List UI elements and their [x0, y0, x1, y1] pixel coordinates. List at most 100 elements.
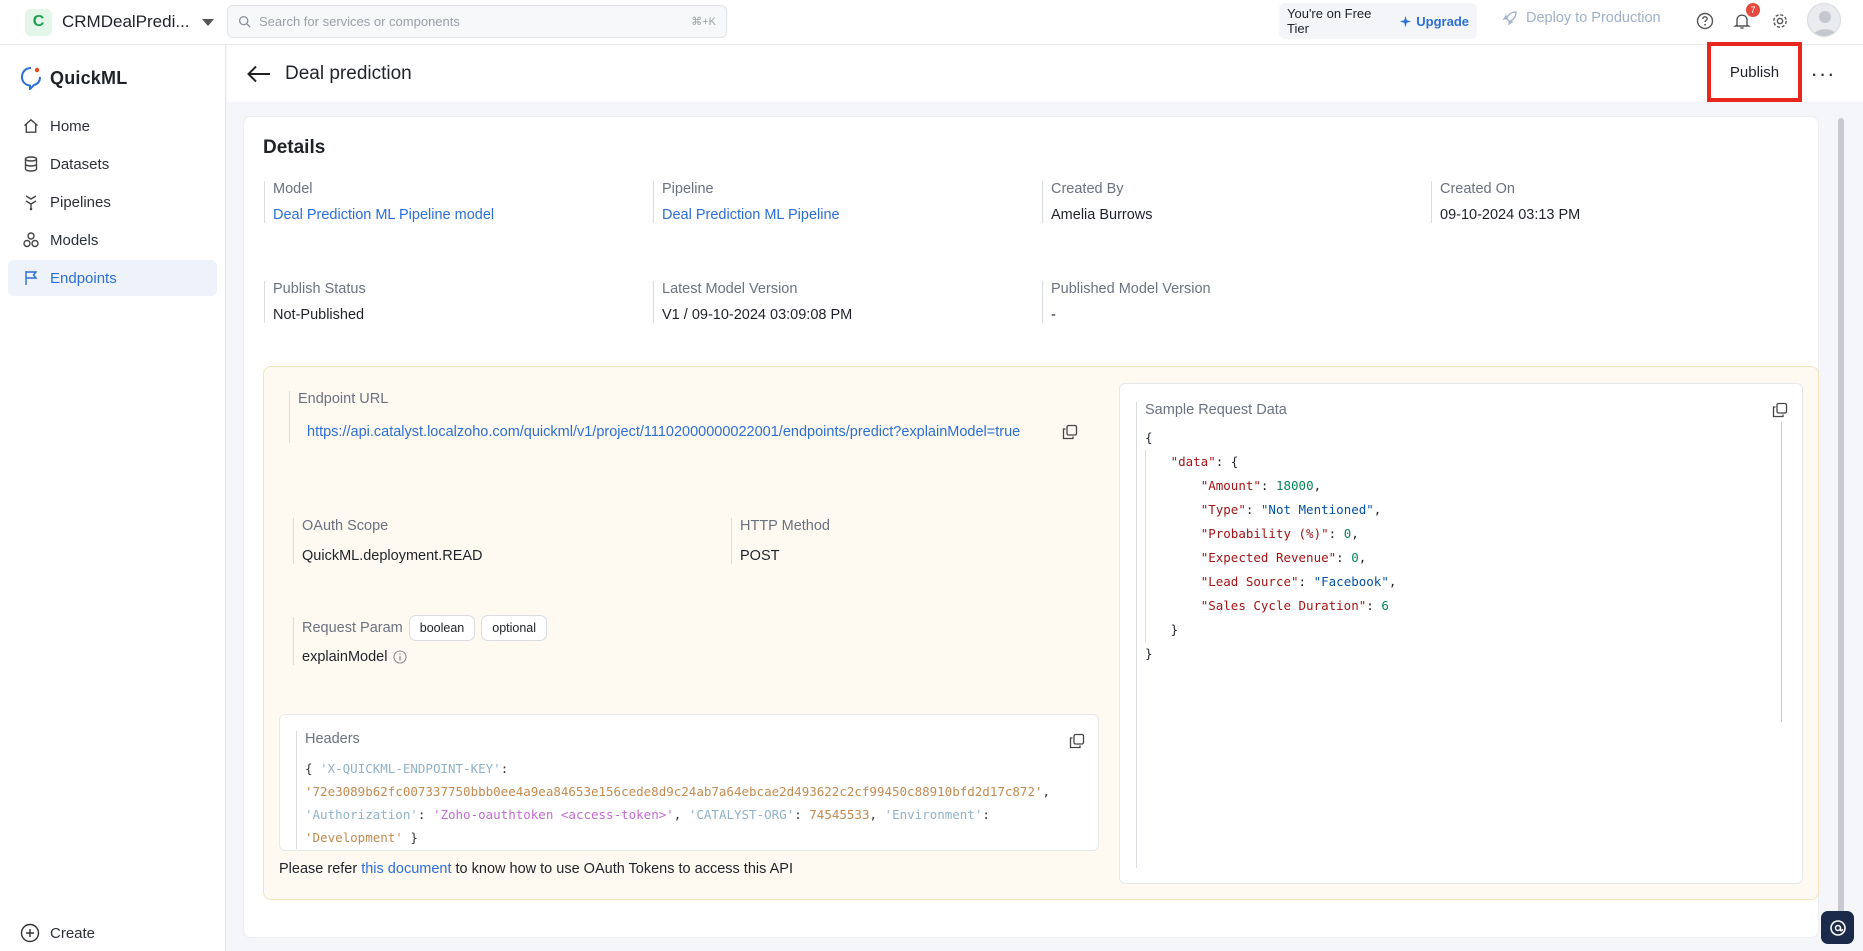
- sidebar-item-label: Home: [50, 117, 91, 135]
- sample-request-box: Sample Request Data { "data": { "Amount"…: [1119, 383, 1803, 884]
- scrollbar[interactable]: [1838, 118, 1844, 938]
- copy-sample-icon[interactable]: [1772, 402, 1788, 418]
- details-title: Details: [263, 137, 326, 158]
- request-param-label: Request Param: [302, 620, 403, 636]
- json-value: "Facebook": [1313, 574, 1389, 589]
- http-method-field: HTTP Method POST: [731, 518, 830, 564]
- json-value: 0: [1343, 526, 1352, 541]
- latest-version-label: Latest Model Version: [662, 281, 798, 297]
- headers-code: { 'X-QUICKML-ENDPOINT-KEY': '72e3089b62fc…: [305, 761, 1051, 845]
- support-chat-icon[interactable]: [1821, 911, 1854, 944]
- json-value: 18000: [1275, 478, 1314, 493]
- search-shortcut: ⌘+K: [691, 16, 716, 28]
- plus-circle-icon: [20, 923, 40, 943]
- json-key: "Probability (%)": [1200, 526, 1329, 541]
- home-icon: [21, 116, 41, 136]
- top-bar: C CRMDealPredi... ⌘+K You're on Free Tie…: [0, 0, 1863, 45]
- request-param-header: Request Param boolean optional: [302, 615, 548, 641]
- latest-version-value: V1 / 09-10-2024 03:09:08 PM: [662, 307, 853, 323]
- create-button[interactable]: Create: [20, 923, 95, 943]
- oauth-scope-field: OAuth Scope QuickML.deployment.READ: [293, 518, 483, 564]
- created-by-value: Amelia Burrows: [1051, 207, 1153, 223]
- upgrade-link[interactable]: Upgrade: [1399, 14, 1469, 29]
- sidebar-item-endpoints[interactable]: Endpoints: [8, 260, 217, 296]
- deploy-to-production-button[interactable]: Deploy to Production: [1502, 10, 1661, 26]
- published-version-field: Published Model Version -: [1042, 281, 1211, 323]
- sidebar-item-label: Models: [50, 231, 99, 249]
- quickml-logo-icon: [20, 67, 41, 90]
- bell-icon[interactable]: 7: [1730, 3, 1760, 33]
- endpoint-url-label: Endpoint URL: [298, 391, 389, 407]
- database-icon: [21, 154, 41, 174]
- rocket-icon: [1502, 11, 1517, 26]
- oauth-help-text: Please refer this document to know how t…: [279, 861, 793, 877]
- param-optional-tag: optional: [481, 615, 548, 641]
- sidebar-item-models[interactable]: Models: [8, 222, 217, 258]
- sample-json: { "data": { "Amount": 18000, "Type": "No…: [1145, 430, 1397, 661]
- headers-box: Headers { 'X-QUICKML-ENDPOINT-KEY': '72e3…: [279, 714, 1099, 851]
- json-key: "data": [1170, 454, 1216, 469]
- header-key: 'Environment': [884, 807, 983, 822]
- project-switcher[interactable]: C CRMDealPredi...: [25, 6, 214, 38]
- oauth-scope-label: OAuth Scope: [302, 518, 389, 534]
- header-value: '72e3089b62fc007337750bbb0ee4a9ea84653e1…: [305, 784, 1043, 799]
- created-on-value: 09-10-2024 03:13 PM: [1440, 207, 1581, 223]
- pipeline-link[interactable]: Deal Prediction ML Pipeline: [662, 207, 840, 223]
- sidebar-item-pipelines[interactable]: Pipelines: [8, 184, 217, 220]
- search-input[interactable]: [259, 14, 692, 29]
- more-options-icon[interactable]: ···: [1807, 58, 1839, 90]
- endpoint-url-link[interactable]: https://api.catalyst.localzoho.com/quick…: [307, 421, 1047, 443]
- model-field: Model Deal Prediction ML Pipeline model: [264, 181, 494, 223]
- header-value: 'Development': [305, 830, 403, 845]
- copy-url-icon[interactable]: [1062, 424, 1078, 440]
- search-box[interactable]: ⌘+K: [227, 5, 727, 38]
- json-scrollbar[interactable]: [1781, 422, 1782, 722]
- sidebar-item-datasets[interactable]: Datasets: [8, 146, 217, 182]
- help-icon[interactable]: [1693, 9, 1717, 33]
- param-name: explainModel: [302, 649, 388, 665]
- sidebar-item-label: Pipelines: [50, 193, 111, 211]
- published-version-label: Published Model Version: [1051, 281, 1211, 297]
- model-link[interactable]: Deal Prediction ML Pipeline model: [273, 207, 494, 223]
- header-key: 'CATALYST-ORG': [688, 807, 795, 822]
- brand: QuickML: [20, 61, 225, 95]
- publish-highlight: Publish: [1707, 42, 1802, 102]
- header-key: 'Authorization': [305, 807, 418, 822]
- json-key: "Sales Cycle Duration": [1200, 598, 1367, 613]
- endpoint-url-field: Endpoint URL https://api.catalyst.localz…: [289, 391, 1069, 443]
- json-value: 0: [1351, 550, 1359, 565]
- sidebar-item-label: Datasets: [50, 155, 110, 173]
- http-method-value: POST: [740, 548, 780, 564]
- refer-suffix: to know how to use OAuth Tokens to acces…: [451, 861, 793, 877]
- sidebar-nav: Home Datasets Pipelines Models Endpoints: [0, 108, 225, 296]
- gear-icon[interactable]: [1768, 9, 1792, 33]
- request-param-field: Request Param boolean optional explainMo…: [293, 615, 548, 665]
- create-label: Create: [50, 924, 96, 942]
- created-on-label: Created On: [1440, 181, 1515, 197]
- this-document-link[interactable]: this document: [361, 861, 451, 877]
- json-value: "Not Mentioned": [1260, 502, 1374, 517]
- publish-button[interactable]: Publish: [1719, 55, 1790, 89]
- param-name-row: explainModel: [302, 649, 547, 665]
- info-icon[interactable]: [393, 650, 408, 664]
- json-value: 6: [1381, 598, 1389, 613]
- sidebar-item-home[interactable]: Home: [8, 108, 217, 144]
- page-header: Deal prediction Publish ···: [227, 42, 1863, 102]
- created-by-label: Created By: [1051, 181, 1124, 197]
- tier-text: You're on Free Tier: [1287, 6, 1372, 36]
- endpoint-icon: [21, 268, 41, 288]
- headers-field: Headers { 'X-QUICKML-ENDPOINT-KEY': '72e3…: [296, 731, 1086, 849]
- header-key: 'X-QUICKML-ENDPOINT-KEY': [320, 761, 501, 776]
- pipeline-field: Pipeline Deal Prediction ML Pipeline: [653, 181, 840, 223]
- tier-banner: You're on Free Tier Upgrade: [1279, 3, 1477, 39]
- notification-count-badge: 7: [1746, 3, 1760, 17]
- publish-status-value: Not-Published: [273, 307, 365, 323]
- refer-prefix: Please refer: [279, 861, 362, 877]
- back-arrow-icon[interactable]: [245, 60, 273, 88]
- user-avatar[interactable]: [1807, 3, 1841, 37]
- copy-headers-icon[interactable]: [1069, 733, 1085, 749]
- header-value: 'Zoho-oauthtoken <access-token>': [432, 807, 674, 822]
- publish-status-field: Publish Status Not-Published: [264, 281, 366, 323]
- model-label: Model: [273, 181, 313, 197]
- project-badge: C: [25, 8, 52, 36]
